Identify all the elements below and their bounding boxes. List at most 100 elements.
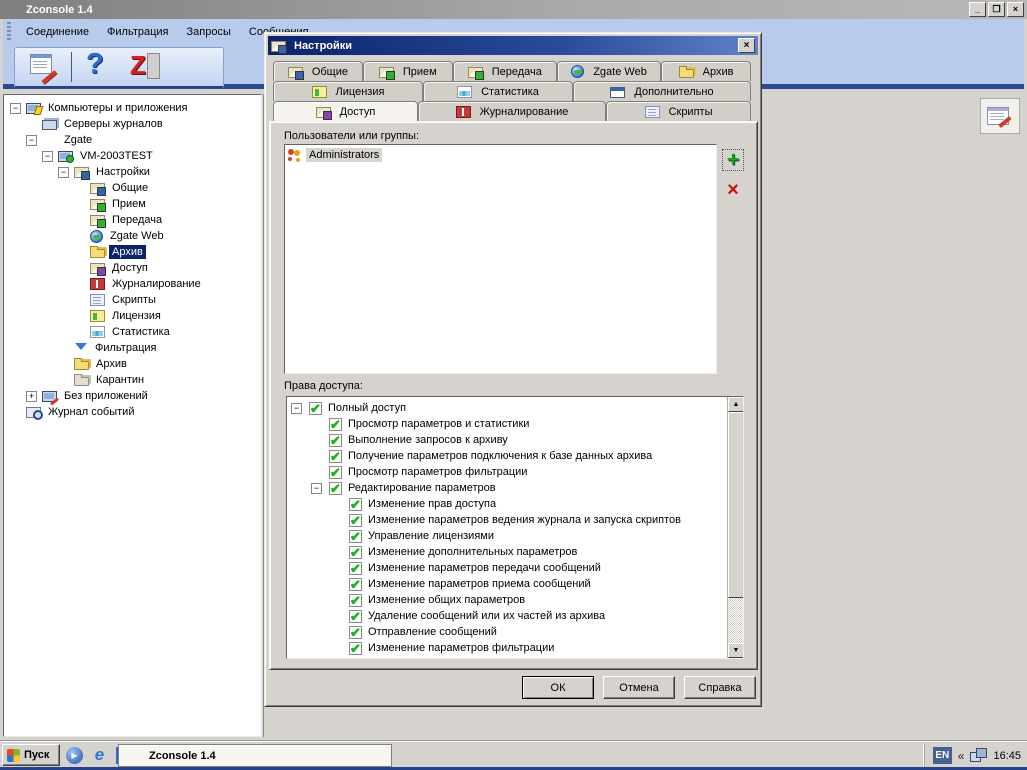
access-right-item[interactable]: ✔ Изменение прав доступа [287, 496, 743, 512]
tab-общие[interactable]: Общие [273, 61, 363, 81]
expander-minus-icon[interactable]: − [58, 166, 69, 178]
tree-item[interactable]: − VM-2003TEST [4, 148, 261, 164]
access-right-item[interactable]: ✔ Выполнение запросов к архиву [287, 432, 743, 448]
expander-minus-icon[interactable]: − [10, 102, 21, 114]
checkbox-checked-icon[interactable]: ✔ [349, 577, 362, 591]
network-icon[interactable] [970, 748, 988, 763]
checkbox-checked-icon[interactable]: ✔ [349, 641, 362, 655]
tree-item[interactable]: Прием [4, 196, 261, 212]
minimize-button[interactable]: _ [969, 2, 986, 17]
tray-chevron-icon[interactable]: « [958, 749, 965, 763]
tab-архив[interactable]: Архив [661, 61, 751, 81]
expander-minus-icon[interactable]: − [42, 150, 53, 162]
delete-user-button[interactable]: × [722, 179, 744, 201]
access-right-item[interactable]: ✔ Удаление сообщений или их частей из арх… [287, 608, 743, 624]
edit-console-icon[interactable] [27, 52, 59, 85]
tree-item[interactable]: Архив [4, 356, 261, 372]
tree-item[interactable]: Архив [4, 244, 261, 260]
access-right-item[interactable]: ✔ Отправление сообщений [287, 624, 743, 640]
access-right-item[interactable]: ✔ Просмотр параметров фильтрации [287, 464, 743, 480]
tree-item[interactable]: Серверы журналов [4, 116, 261, 132]
help-icon[interactable]: ? [84, 48, 116, 82]
scroll-down-icon[interactable]: ▼ [728, 643, 743, 658]
tree-item[interactable]: + Без приложений [4, 388, 261, 404]
access-right-item[interactable]: ✔ Изменение параметров ведения журнала и … [287, 512, 743, 528]
checkbox-checked-icon[interactable]: ✔ [349, 593, 362, 607]
language-indicator[interactable]: EN [932, 747, 952, 764]
access-right-item[interactable]: ✔ Изменение дополнительных параметров [287, 544, 743, 560]
tree-item[interactable]: Журнал событий [4, 404, 261, 420]
dialog-titlebar[interactable]: Настройки × [268, 36, 758, 55]
tab-лицензия[interactable]: Лицензия [273, 81, 423, 101]
tab-дополнительно[interactable]: Дополнительно [573, 81, 751, 101]
tab-zgate-web[interactable]: Zgate Web [556, 61, 662, 81]
access-right-item[interactable]: − ✔ Редактирование параметров [287, 480, 743, 496]
tree-item[interactable]: Статистика [4, 324, 261, 340]
cancel-button[interactable]: Отмена [603, 676, 675, 699]
taskbar-app-button[interactable]: Zconsole 1.4 [118, 744, 392, 767]
tree-item[interactable]: Передача [4, 212, 261, 228]
access-right-item[interactable]: ✔ Изменение параметров фильтрации [287, 640, 743, 656]
start-button[interactable]: Пуск [2, 744, 60, 766]
tree-item[interactable]: Доступ [4, 260, 261, 276]
tree-item[interactable]: − Zgate [4, 132, 261, 148]
scroll-up-icon[interactable]: ▲ [728, 397, 743, 412]
tab-скрипты[interactable]: Скрипты [606, 101, 751, 121]
checkbox-checked-icon[interactable]: ✔ [309, 401, 322, 415]
tab-статистика[interactable]: Статистика [423, 81, 573, 101]
user-list-item[interactable]: Administrators [287, 147, 714, 163]
expander-plus-icon[interactable]: + [26, 390, 37, 402]
checkbox-checked-icon[interactable]: ✔ [349, 561, 362, 575]
menu-item-3[interactable]: Запросы [178, 22, 240, 42]
menu-item-1[interactable]: Соединение [17, 22, 98, 42]
tree-item[interactable]: Скрипты [4, 292, 261, 308]
checkbox-checked-icon[interactable]: ✔ [349, 625, 362, 639]
menu-item-2[interactable]: Фильтрация [98, 22, 177, 42]
table-pencil-icon[interactable] [987, 107, 1009, 125]
scrollbar-thumb[interactable] [728, 412, 743, 598]
tree-item[interactable]: Лицензия [4, 308, 261, 324]
menu-grip[interactable] [7, 22, 11, 41]
checkbox-checked-icon[interactable]: ✔ [329, 417, 342, 431]
internet-explorer-icon[interactable]: e [91, 746, 108, 764]
access-right-item[interactable]: ✔ Изменение параметров передачи сообщений [287, 560, 743, 576]
access-right-item[interactable]: ✔ Просмотр параметров и статистики [287, 416, 743, 432]
tree-item[interactable]: − Компьютеры и приложения [4, 100, 261, 116]
ok-button[interactable]: ОК [522, 676, 594, 699]
rights-tree[interactable]: ▲ ▼ − ✔ Полный доступ ✔ Просмотр параметров … [286, 396, 744, 659]
restore-button[interactable]: ❐ [988, 2, 1005, 17]
checkbox-checked-icon[interactable]: ✔ [329, 481, 342, 495]
access-right-item[interactable]: − ✔ Полный доступ [287, 400, 743, 416]
add-user-button[interactable]: + [722, 149, 744, 171]
zgate-icon[interactable]: Z [128, 50, 160, 82]
dialog-close-icon[interactable]: × [738, 38, 755, 53]
expander-minus-icon[interactable]: − [291, 402, 302, 414]
expander-minus-icon[interactable]: − [26, 134, 37, 146]
access-right-item[interactable]: ✔ Получение параметров подключения к базе… [287, 448, 743, 464]
main-window-titlebar[interactable]: Zconsole 1.4 _ ❐ × [0, 0, 1027, 19]
checkbox-checked-icon[interactable]: ✔ [349, 609, 362, 623]
tree-item[interactable]: Общие [4, 180, 261, 196]
media-player-icon[interactable]: ▶ [66, 747, 83, 764]
scrollbar-track[interactable] [728, 598, 743, 643]
tab-доступ[interactable]: Доступ [273, 101, 418, 121]
tree-item[interactable]: Карантин [4, 372, 261, 388]
tree-item[interactable]: − Настройки [4, 164, 261, 180]
checkbox-checked-icon[interactable]: ✔ [329, 433, 342, 447]
tab-журналирование[interactable]: Журналирование [417, 101, 607, 121]
checkbox-checked-icon[interactable]: ✔ [329, 449, 342, 463]
checkbox-checked-icon[interactable]: ✔ [349, 545, 362, 559]
tab-передача[interactable]: Передача [452, 61, 557, 81]
access-right-item[interactable]: ✔ Изменение общих параметров [287, 592, 743, 608]
close-button[interactable]: × [1007, 2, 1024, 17]
access-right-item[interactable]: ✔ Управление лицензиями [287, 528, 743, 544]
tree-item[interactable]: Фильтрация [4, 340, 261, 356]
help-button[interactable]: Справка [684, 676, 756, 699]
expander-minus-icon[interactable]: − [311, 482, 322, 494]
checkbox-checked-icon[interactable]: ✔ [329, 465, 342, 479]
tree-item[interactable]: Zgate Web [4, 228, 261, 244]
checkbox-checked-icon[interactable]: ✔ [349, 529, 362, 543]
tab-прием[interactable]: Прием [362, 61, 453, 81]
checkbox-checked-icon[interactable]: ✔ [349, 497, 362, 511]
checkbox-checked-icon[interactable]: ✔ [349, 513, 362, 527]
